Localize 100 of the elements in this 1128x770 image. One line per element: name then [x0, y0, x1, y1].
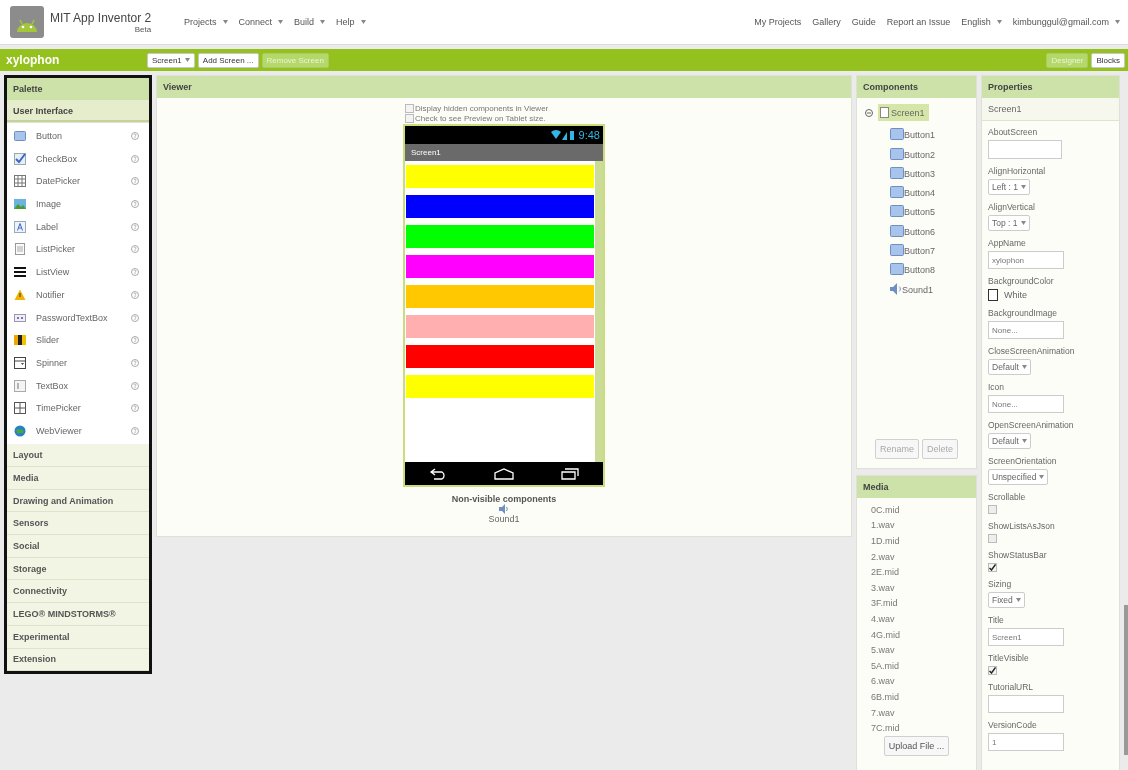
help-icon[interactable] [131, 313, 139, 322]
scrollbar[interactable] [1124, 605, 1128, 755]
palette-item[interactable]: CheckBox [7, 147, 149, 171]
media-file[interactable]: 2E.mid [871, 564, 976, 580]
tree-item[interactable]: Button5 [890, 198, 976, 218]
checkbox[interactable] [988, 666, 997, 675]
help-icon[interactable] [131, 132, 139, 141]
text-field[interactable]: xylophon [988, 251, 1064, 269]
view-tab[interactable]: Blocks [1091, 52, 1125, 68]
checkbox-option[interactable]: Display hidden components in Viewer [405, 104, 549, 113]
tree-item[interactable]: Button6 [890, 217, 976, 237]
palette-item[interactable]: TextBox [7, 374, 149, 397]
tree-item[interactable]: Button2 [890, 140, 976, 160]
help-icon[interactable] [131, 426, 139, 435]
category-header[interactable]: Media [7, 467, 149, 490]
category-header[interactable]: LEGO® MINDSTORMS® [7, 603, 149, 626]
toolbar-button[interactable]: Add Screen ... [197, 52, 259, 68]
dropdown-button[interactable]: Unspecified [988, 469, 1049, 485]
help-icon[interactable] [131, 200, 139, 209]
dropdown-button[interactable]: Default [988, 433, 1031, 449]
app-button[interactable] [406, 345, 594, 368]
checkbox[interactable] [988, 534, 997, 543]
category-header[interactable]: Extension [7, 648, 149, 672]
text-field[interactable] [988, 695, 1064, 713]
help-icon[interactable] [131, 245, 139, 254]
category-header[interactable]: Connectivity [7, 580, 149, 604]
palette-item[interactable]: ListPicker [7, 238, 149, 261]
category-header[interactable]: User Interface [7, 100, 149, 123]
media-file[interactable]: 6.wav [871, 673, 976, 690]
text-field[interactable]: None... [988, 321, 1064, 339]
app-button[interactable] [406, 375, 594, 398]
palette-item[interactable]: WebViewer [7, 419, 149, 443]
category-header[interactable]: Sensors [7, 512, 149, 536]
nav-link[interactable]: Guide [851, 17, 876, 27]
text-field[interactable]: 1 [988, 733, 1064, 751]
media-file[interactable]: 3F.mid [871, 595, 976, 612]
help-icon[interactable] [131, 404, 139, 413]
help-icon[interactable] [131, 222, 139, 231]
help-icon[interactable] [131, 177, 139, 186]
home-icon[interactable] [494, 467, 514, 480]
text-field[interactable]: None... [988, 395, 1064, 413]
tree-item[interactable]: Button7 [890, 236, 976, 257]
category-header[interactable]: Storage [7, 557, 149, 581]
media-file[interactable]: 5A.mid [871, 657, 976, 674]
help-icon[interactable] [131, 381, 139, 390]
dropdown-button[interactable]: Default [988, 359, 1031, 375]
dropdown-button[interactable]: Fixed [988, 592, 1025, 608]
media-file[interactable]: 1.wav [871, 517, 976, 534]
scrollbar[interactable] [595, 161, 603, 462]
nav-link[interactable]: kimbunggul@gmail.com [1012, 17, 1120, 27]
nav-link[interactable]: My Projects [754, 17, 802, 27]
category-header[interactable]: Social [7, 535, 149, 558]
media-file[interactable]: 2.wav [871, 548, 976, 565]
media-file[interactable]: 3.wav [871, 579, 976, 596]
palette-item[interactable]: ListView [7, 260, 149, 284]
palette-item[interactable]: Notifier [7, 283, 149, 307]
menu-item[interactable]: Connect [238, 17, 284, 27]
app-button[interactable] [406, 285, 594, 308]
help-icon[interactable] [131, 290, 139, 299]
media-file[interactable]: 4G.mid [871, 626, 976, 643]
toolbar-button[interactable]: Screen1 [147, 52, 195, 68]
help-icon[interactable] [131, 336, 139, 345]
media-file[interactable]: 7C.mid [871, 720, 976, 736]
menu-item[interactable]: Help [336, 17, 366, 27]
nav-link[interactable]: Report an Issue [886, 17, 951, 27]
tree-item[interactable]: Button3 [890, 159, 976, 179]
menu-item[interactable]: Build [294, 17, 326, 27]
app-button[interactable] [406, 255, 594, 278]
back-icon[interactable] [428, 467, 447, 480]
menu-item[interactable]: Projects [184, 17, 228, 27]
upload-button[interactable]: Upload File ... [883, 735, 950, 756]
help-icon[interactable] [131, 154, 139, 163]
media-file[interactable]: 7.wav [871, 704, 976, 721]
tree-item[interactable]: Button1 [890, 121, 976, 141]
media-file[interactable]: 5.wav [871, 642, 976, 658]
category-header[interactable]: Layout [7, 444, 149, 467]
color-swatch[interactable] [988, 289, 998, 301]
nav-link[interactable]: English [961, 17, 1002, 27]
dropdown-button[interactable]: Top : 1 [988, 215, 1030, 231]
media-file[interactable]: 1D.mid [871, 533, 976, 549]
tree-item[interactable]: Button8 [890, 256, 976, 276]
media-file[interactable]: 0C.mid [871, 502, 976, 518]
category-header[interactable]: Experimental [7, 625, 149, 649]
checkbox[interactable] [988, 563, 997, 572]
app-button[interactable] [406, 225, 594, 248]
text-field[interactable]: Screen1 [988, 628, 1064, 646]
collapse-icon[interactable] [865, 108, 873, 117]
help-icon[interactable] [131, 268, 139, 277]
palette-item[interactable]: Button [7, 124, 149, 148]
palette-item[interactable]: Image [7, 192, 149, 216]
media-file[interactable]: 4.wav [871, 611, 976, 627]
tree-item[interactable]: Button4 [890, 178, 976, 199]
checkbox-option[interactable]: Check to see Preview on Tablet size. [405, 114, 549, 123]
recent-apps-icon[interactable] [561, 467, 580, 480]
app-button[interactable] [406, 315, 594, 338]
checkbox[interactable] [988, 505, 997, 514]
palette-item[interactable]: Slider [7, 328, 149, 352]
help-icon[interactable] [131, 358, 139, 367]
tree-item[interactable]: Sound1 [890, 275, 976, 295]
palette-item[interactable]: Spinner [7, 351, 149, 375]
